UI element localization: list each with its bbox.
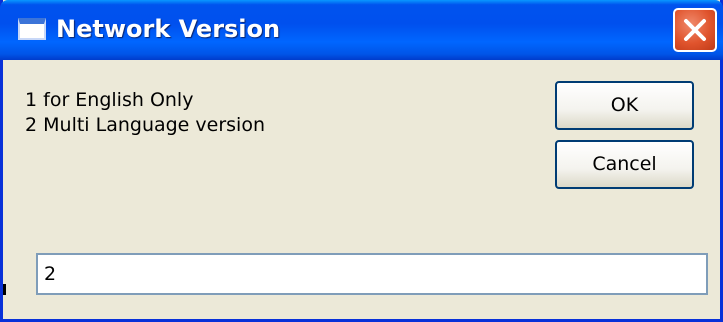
title-bar[interactable]: Network Version (0, 0, 723, 60)
ok-button[interactable]: OK (555, 81, 694, 130)
prompt-line-1: 1 for English Only (25, 89, 194, 111)
window-icon (18, 18, 46, 40)
close-icon (684, 19, 706, 41)
version-input[interactable]: 2 (36, 253, 708, 295)
network-version-dialog: Network Version 1 for English Only 2 Mul… (0, 0, 723, 322)
prompt-message: 1 for English Only 2 Multi Language vers… (25, 88, 265, 138)
close-button[interactable] (673, 8, 717, 52)
text-cursor-mark (3, 284, 6, 295)
window-title: Network Version (56, 15, 281, 43)
cancel-button[interactable]: Cancel (555, 140, 694, 189)
prompt-line-2: 2 Multi Language version (25, 114, 266, 136)
